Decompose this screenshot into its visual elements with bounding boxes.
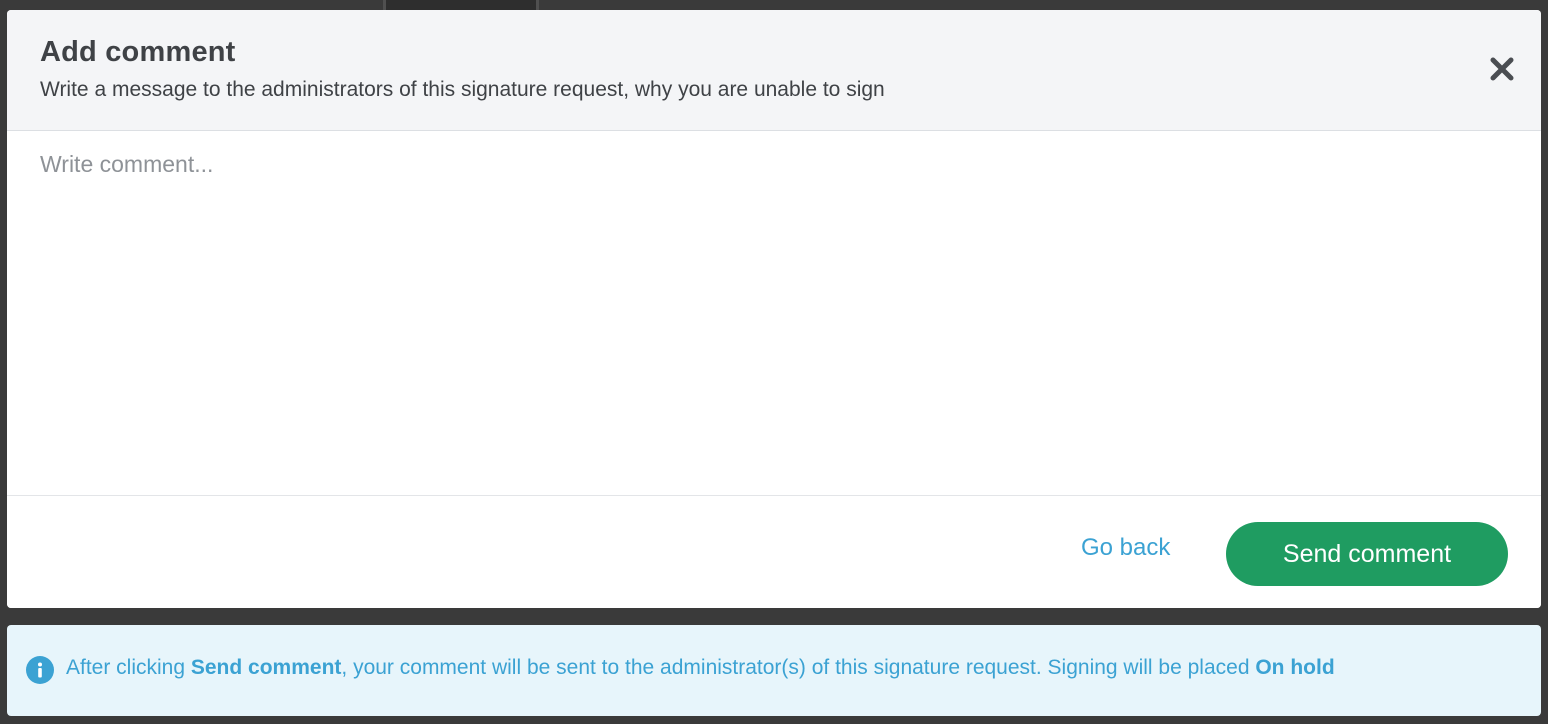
info-text-before: After clicking bbox=[66, 656, 191, 679]
close-button[interactable] bbox=[1487, 54, 1517, 84]
dialog-footer: Go back Send comment bbox=[7, 495, 1541, 608]
info-on-hold-emphasis: On hold bbox=[1255, 656, 1335, 679]
dialog-title: Add comment bbox=[40, 36, 236, 68]
dialog-header: Add comment Write a message to the admin… bbox=[7, 10, 1541, 131]
info-icon bbox=[26, 656, 54, 684]
info-message: After clicking Send comment, your commen… bbox=[66, 656, 1335, 680]
info-banner: After clicking Send comment, your commen… bbox=[7, 625, 1541, 716]
backdrop-element bbox=[383, 0, 539, 10]
info-text-middle: , your comment will be sent to the admin… bbox=[341, 656, 1256, 679]
comment-input[interactable] bbox=[7, 131, 1541, 496]
add-comment-dialog: Add comment Write a message to the admin… bbox=[7, 10, 1541, 608]
close-icon bbox=[1490, 57, 1514, 81]
dialog-subtitle: Write a message to the administrators of… bbox=[40, 78, 885, 101]
send-comment-button[interactable]: Send comment bbox=[1226, 522, 1508, 586]
info-send-comment-emphasis: Send comment bbox=[190, 656, 342, 679]
go-back-button[interactable]: Go back bbox=[1081, 534, 1170, 562]
